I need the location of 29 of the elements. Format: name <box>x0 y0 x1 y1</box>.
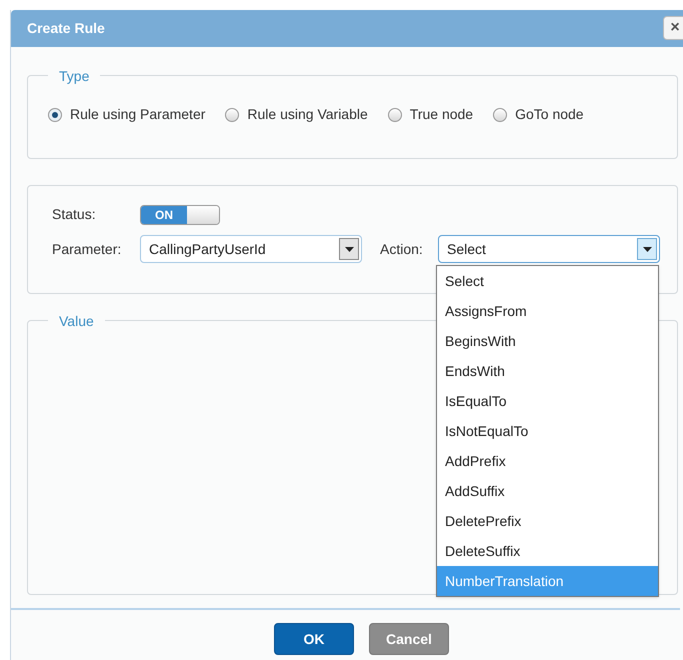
caret-icon <box>339 238 359 260</box>
caret-icon <box>637 238 657 260</box>
radio-option[interactable]: Rule using Parameter <box>48 104 206 125</box>
field-label: Status: <box>52 205 97 224</box>
field-label: Parameter: <box>52 240 122 258</box>
parameter-dropdown[interactable]: CallingPartyUserId <box>140 235 362 263</box>
dropdown-option[interactable]: AddPrefix <box>437 446 658 476</box>
radio-option[interactable]: Rule using Variable <box>225 104 368 125</box>
dropdown-option[interactable]: DeletePrefix <box>437 506 658 536</box>
dropdown-option[interactable]: BeginsWith <box>437 326 658 356</box>
window-title: Create Rule <box>27 19 105 38</box>
radio-button[interactable] <box>48 108 62 122</box>
dropdown-option[interactable]: IsEqualTo <box>437 386 658 416</box>
radio-button[interactable] <box>388 108 402 122</box>
dropdown-option[interactable]: AddSuffix <box>437 476 658 506</box>
close-button[interactable]: × <box>663 16 683 40</box>
radio-button[interactable] <box>225 108 240 122</box>
dropdown-option[interactable]: Select <box>437 266 658 296</box>
dropdown-option[interactable]: DeleteSuffix <box>437 536 658 566</box>
field-label: Action: <box>380 240 424 258</box>
radio-option[interactable]: True node <box>388 104 474 125</box>
radio-option[interactable]: GoTo node <box>493 104 584 125</box>
radio-button[interactable] <box>493 108 508 122</box>
dropdown-option[interactable]: EndsWith <box>437 356 658 386</box>
dropdown-option[interactable]: IsNotEqualTo <box>437 416 658 446</box>
action-dropdown[interactable]: Select <box>438 235 660 263</box>
ok-button[interactable]: OK <box>274 623 354 655</box>
status-toggle[interactable]: ON <box>140 204 220 224</box>
dropdown-option[interactable]: AssignsFrom <box>437 296 658 326</box>
